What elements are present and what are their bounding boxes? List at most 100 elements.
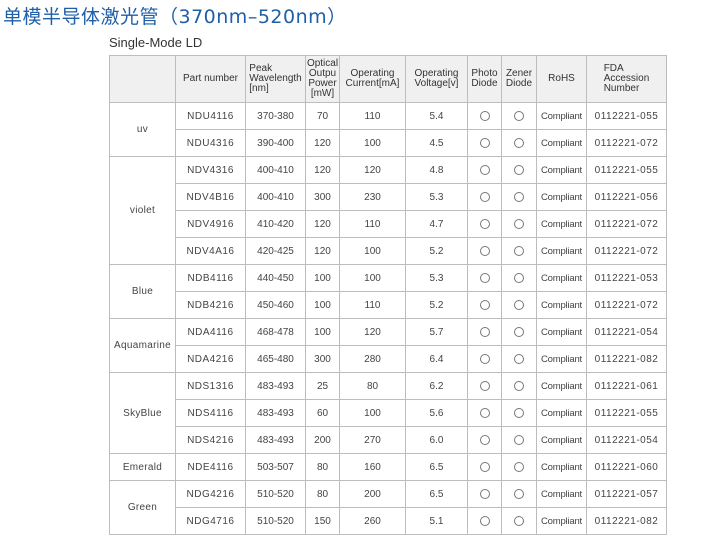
wavelength-cell: 390-400 (245, 129, 306, 157)
circle-icon (479, 461, 490, 472)
circle-icon (514, 488, 524, 499)
rohs-cell: Compliant (536, 210, 587, 238)
rohs-cell: Compliant (536, 507, 587, 535)
table-row: NDS4216 483-493 200 270 6.0 Compliant 0112221-… (110, 426, 667, 454)
power-cell: 120 (305, 156, 340, 184)
part-number-cell: NDG4716 (175, 507, 246, 535)
photo-diode-cell (467, 237, 502, 265)
circle-icon (479, 515, 490, 526)
header-row: Part number Peak Wavelength [nm] Optical Ou… (109, 55, 667, 103)
zener-diode-cell (501, 453, 537, 481)
table-row: SkyBlue NDS1316 483-493 25 80 6.2 Compliant 011… (109, 372, 667, 454)
table-row: Green NDG4216 510-520 80 200 6.5 Compliant 0112… (109, 480, 667, 535)
part-number-cell: NDA4216 (175, 345, 246, 373)
wavelength-cell: 510-520 (245, 507, 306, 535)
zener-diode-cell (501, 237, 537, 265)
voltage-cell: 6.5 (405, 480, 468, 508)
header-operating-voltage: Operating Voltage[v] (405, 55, 468, 103)
voltage-cell: 6.5 (405, 453, 468, 481)
wavelength-cell: 400-410 (245, 156, 306, 184)
rohs-cell: Compliant (536, 345, 587, 373)
table-body: uv NDU4116 370-380 70 110 5.4 Compliant 0112221… (109, 102, 667, 535)
fda-cell: 0112221-053 (586, 264, 667, 292)
circle-icon (479, 191, 490, 202)
voltage-cell: 6.2 (405, 372, 468, 400)
power-cell: 150 (305, 507, 340, 535)
part-number-cell: NDG4216 (175, 480, 246, 508)
zener-diode-cell (501, 102, 537, 130)
circle-icon (479, 380, 490, 391)
group-label: SkyBlue (109, 372, 176, 454)
power-cell: 100 (305, 264, 340, 292)
voltage-cell: 4.7 (405, 210, 468, 238)
part-number-cell: NDS1316 (175, 372, 246, 400)
section-subtitle: Single-Mode LD (109, 35, 203, 50)
header-photo-diode: Photo Diode (467, 55, 502, 103)
part-number-cell: NDV4A16 (175, 237, 246, 265)
circle-icon (479, 326, 490, 337)
power-cell: 80 (305, 480, 340, 508)
group-label: violet (109, 156, 176, 265)
wavelength-cell: 483-493 (245, 372, 306, 400)
circle-icon (514, 353, 524, 364)
photo-diode-cell (467, 129, 502, 157)
photo-diode-cell (467, 426, 502, 454)
fda-cell: 0112221-082 (586, 507, 667, 535)
header-fda: FDA Accession Number (586, 55, 667, 103)
rohs-cell: Compliant (536, 291, 587, 319)
header-part-number: Part number (175, 55, 246, 103)
power-cell: 70 (305, 102, 340, 130)
spec-table: Part number Peak Wavelength [nm] Optical Ou… (109, 55, 667, 535)
circle-icon (514, 191, 524, 202)
circle-icon (514, 299, 524, 310)
power-cell: 120 (305, 237, 340, 265)
voltage-cell: 4.8 (405, 156, 468, 184)
photo-diode-cell (467, 156, 502, 184)
table-row: NDB4216 450-460 100 110 5.2 Compliant 0112221-… (110, 291, 667, 319)
fda-cell: 0112221-060 (586, 453, 667, 481)
circle-icon (514, 245, 524, 256)
zener-diode-cell (501, 183, 537, 211)
rohs-cell: Compliant (536, 480, 587, 508)
photo-diode-cell (467, 264, 502, 292)
table-row: NDS4116 483-493 60 100 5.6 Compliant 0112221-0… (110, 399, 667, 427)
part-number-cell: NDB4116 (175, 264, 246, 292)
power-cell: 100 (305, 318, 340, 346)
circle-icon (514, 218, 524, 229)
table-row: Blue NDB4116 440-450 100 100 5.3 Compliant 0112… (109, 264, 667, 319)
fda-cell: 0112221-055 (586, 399, 667, 427)
circle-icon (514, 434, 524, 445)
rohs-cell: Compliant (536, 318, 587, 346)
rohs-cell: Compliant (536, 129, 587, 157)
circle-icon (479, 164, 490, 175)
voltage-cell: 5.4 (405, 102, 468, 130)
rohs-cell: Compliant (536, 372, 587, 400)
circle-icon (479, 218, 490, 229)
power-cell: 300 (305, 345, 340, 373)
current-cell: 110 (339, 291, 406, 319)
circle-icon (514, 407, 524, 418)
rohs-cell: Compliant (536, 264, 587, 292)
wavelength-cell: 440-450 (245, 264, 306, 292)
power-cell: 120 (305, 210, 340, 238)
current-cell: 110 (339, 210, 406, 238)
fda-cell: 0112221-056 (586, 183, 667, 211)
header-group (109, 55, 176, 103)
circle-icon (514, 137, 524, 148)
circle-icon (514, 110, 524, 121)
photo-diode-cell (467, 345, 502, 373)
zener-diode-cell (501, 480, 537, 508)
wavelength-cell: 370-380 (245, 102, 306, 130)
header-zener-diode: Zener Diode (501, 55, 537, 103)
fda-cell: 0112221-072 (586, 237, 667, 265)
fda-cell: 0112221-072 (586, 129, 667, 157)
current-cell: 230 (339, 183, 406, 211)
group-label: uv (109, 102, 176, 157)
power-cell: 80 (305, 453, 340, 481)
part-number-cell: NDS4116 (175, 399, 246, 427)
current-cell: 110 (339, 102, 406, 130)
current-cell: 80 (339, 372, 406, 400)
photo-diode-cell (467, 507, 502, 535)
photo-diode-cell (467, 210, 502, 238)
rohs-cell: Compliant (536, 183, 587, 211)
